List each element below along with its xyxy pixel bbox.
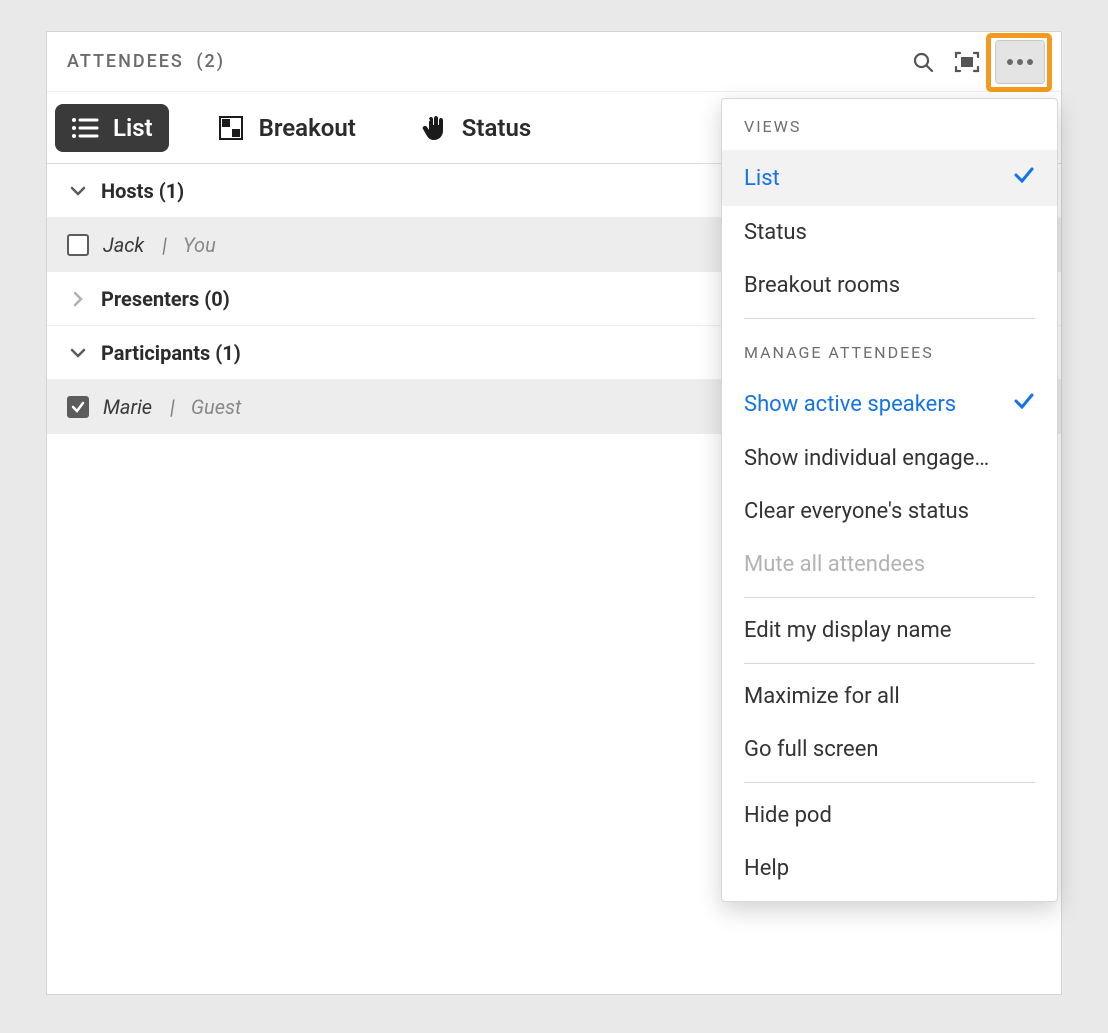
hand-icon: [420, 117, 448, 139]
menu-item-label: Edit my display name: [744, 618, 951, 643]
menu-item-maximize[interactable]: Maximize for all: [722, 670, 1057, 723]
tab-status[interactable]: Status: [404, 104, 547, 152]
tab-list[interactable]: List: [55, 104, 169, 152]
menu-item-hide-pod[interactable]: Hide pod: [722, 789, 1057, 842]
menu-item-view-list[interactable]: List: [722, 150, 1057, 206]
pod-title-wrap: ATTENDEES (2): [67, 51, 225, 72]
search-button[interactable]: [907, 46, 939, 78]
chevron-down-icon: [67, 182, 89, 200]
menu-divider: [744, 782, 1035, 783]
menu-item-label: Go full screen: [744, 737, 879, 762]
group-presenters-label: Presenters (0): [101, 287, 230, 311]
menu-item-mute-all: Mute all attendees: [722, 538, 1057, 591]
attendee-suffix: Guest: [191, 395, 242, 419]
tab-list-label: List: [113, 114, 153, 142]
menu-divider: [744, 318, 1035, 319]
checkbox-unchecked[interactable]: [67, 234, 89, 256]
menu-item-label: List: [744, 166, 780, 191]
menu-section-views: VIEWS: [722, 99, 1057, 150]
more-options-button[interactable]: [995, 40, 1045, 84]
menu-item-edit-name[interactable]: Edit my display name: [722, 604, 1057, 657]
menu-item-view-breakout[interactable]: Breakout rooms: [722, 259, 1057, 312]
tab-breakout-label: Breakout: [259, 114, 356, 142]
group-hosts-label: Hosts (1): [101, 179, 184, 203]
pod-header: ATTENDEES (2): [47, 32, 1061, 92]
search-icon: [911, 50, 935, 74]
checkmark-icon: [1013, 164, 1035, 192]
menu-section-manage: MANAGE ATTENDEES: [722, 325, 1057, 376]
checkbox-checked[interactable]: [67, 396, 89, 418]
menu-item-fullscreen[interactable]: Go full screen: [722, 723, 1057, 776]
frame-view-icon: [954, 51, 980, 73]
menu-item-label: Clear everyone's status: [744, 499, 969, 524]
attendee-sep: |: [170, 395, 175, 419]
attendee-sep: |: [162, 233, 167, 257]
menu-item-active-speakers[interactable]: Show active speakers: [722, 376, 1057, 432]
attendees-pod: ATTENDEES (2): [46, 31, 1062, 995]
menu-divider: [744, 597, 1035, 598]
chevron-right-icon: [67, 290, 89, 308]
menu-item-individual-engage[interactable]: Show individual engage…: [722, 432, 1057, 485]
menu-item-clear-status[interactable]: Clear everyone's status: [722, 485, 1057, 538]
tab-status-label: Status: [462, 114, 531, 142]
header-actions: [907, 40, 1045, 84]
list-icon: [71, 117, 99, 139]
menu-item-label: Show individual engage…: [744, 446, 989, 471]
more-options-menu: VIEWS List Status Breakout rooms MANAGE …: [721, 98, 1058, 902]
menu-item-label: Breakout rooms: [744, 273, 900, 298]
chevron-down-icon: [67, 344, 89, 362]
pod-title: ATTENDEES: [67, 51, 184, 72]
breakout-icon: [217, 117, 245, 139]
menu-divider: [744, 663, 1035, 664]
attendee-suffix: You: [183, 233, 216, 257]
menu-item-view-status[interactable]: Status: [722, 206, 1057, 259]
frame-view-button[interactable]: [951, 46, 983, 78]
pod-count: (2): [196, 51, 225, 72]
menu-item-label: Maximize for all: [744, 684, 900, 709]
menu-item-label: Help: [744, 856, 789, 881]
tab-breakout[interactable]: Breakout: [201, 104, 372, 152]
group-participants-label: Participants (1): [101, 341, 241, 365]
more-options-icon: [1007, 59, 1013, 65]
attendee-name: Jack: [103, 233, 144, 257]
menu-item-label: Show active speakers: [744, 392, 956, 417]
attendee-name: Marie: [103, 395, 152, 419]
menu-item-label: Mute all attendees: [744, 552, 925, 577]
menu-item-label: Status: [744, 220, 807, 245]
menu-item-label: Hide pod: [744, 803, 832, 828]
checkmark-icon: [1013, 390, 1035, 418]
menu-item-help[interactable]: Help: [722, 842, 1057, 895]
